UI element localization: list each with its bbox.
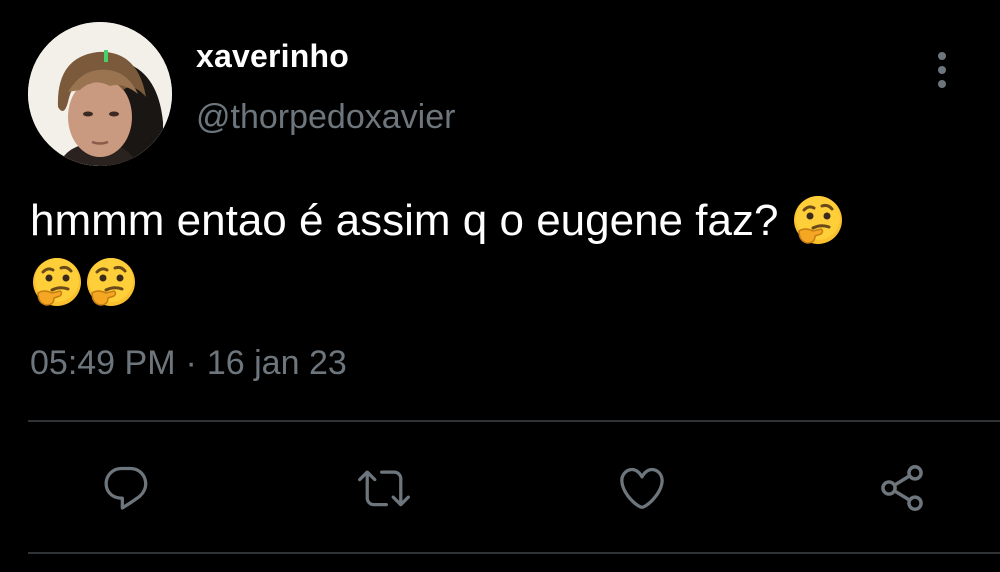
display-name[interactable]: xaverinho — [196, 38, 349, 75]
tweet-time: 05:49 PM — [30, 344, 176, 382]
reply-button[interactable] — [96, 458, 156, 518]
retweet-icon — [358, 470, 410, 507]
tweet-detail: xaverinho @thorpedoxavier hmmm entao é a… — [0, 0, 1000, 572]
tweet-text-content: hmmm entao é assim q o eugene faz? — [30, 196, 779, 245]
tweet-timestamp[interactable]: 05:49 PM · 16 jan 23 — [30, 344, 347, 383]
avatar-photo — [28, 22, 172, 166]
timestamp-separator: · — [185, 344, 197, 382]
reply-icon — [104, 466, 148, 510]
thinking-face-icon — [84, 255, 138, 309]
user-handle[interactable]: @thorpedoxavier — [196, 98, 455, 137]
divider — [28, 420, 1000, 422]
like-button[interactable] — [612, 458, 672, 518]
tweet-date: 16 jan 23 — [206, 344, 347, 382]
share-icon — [881, 465, 923, 511]
tweet-text: hmmm entao é assim q o eugene faz? — [30, 190, 970, 314]
more-options-icon[interactable] — [922, 48, 962, 92]
divider — [28, 552, 1000, 554]
heart-icon — [620, 467, 664, 509]
retweet-button[interactable] — [354, 458, 414, 518]
thinking-face-icon — [791, 193, 845, 247]
thinking-face-icon — [30, 255, 84, 309]
avatar[interactable] — [28, 22, 172, 166]
share-button[interactable] — [872, 458, 932, 518]
